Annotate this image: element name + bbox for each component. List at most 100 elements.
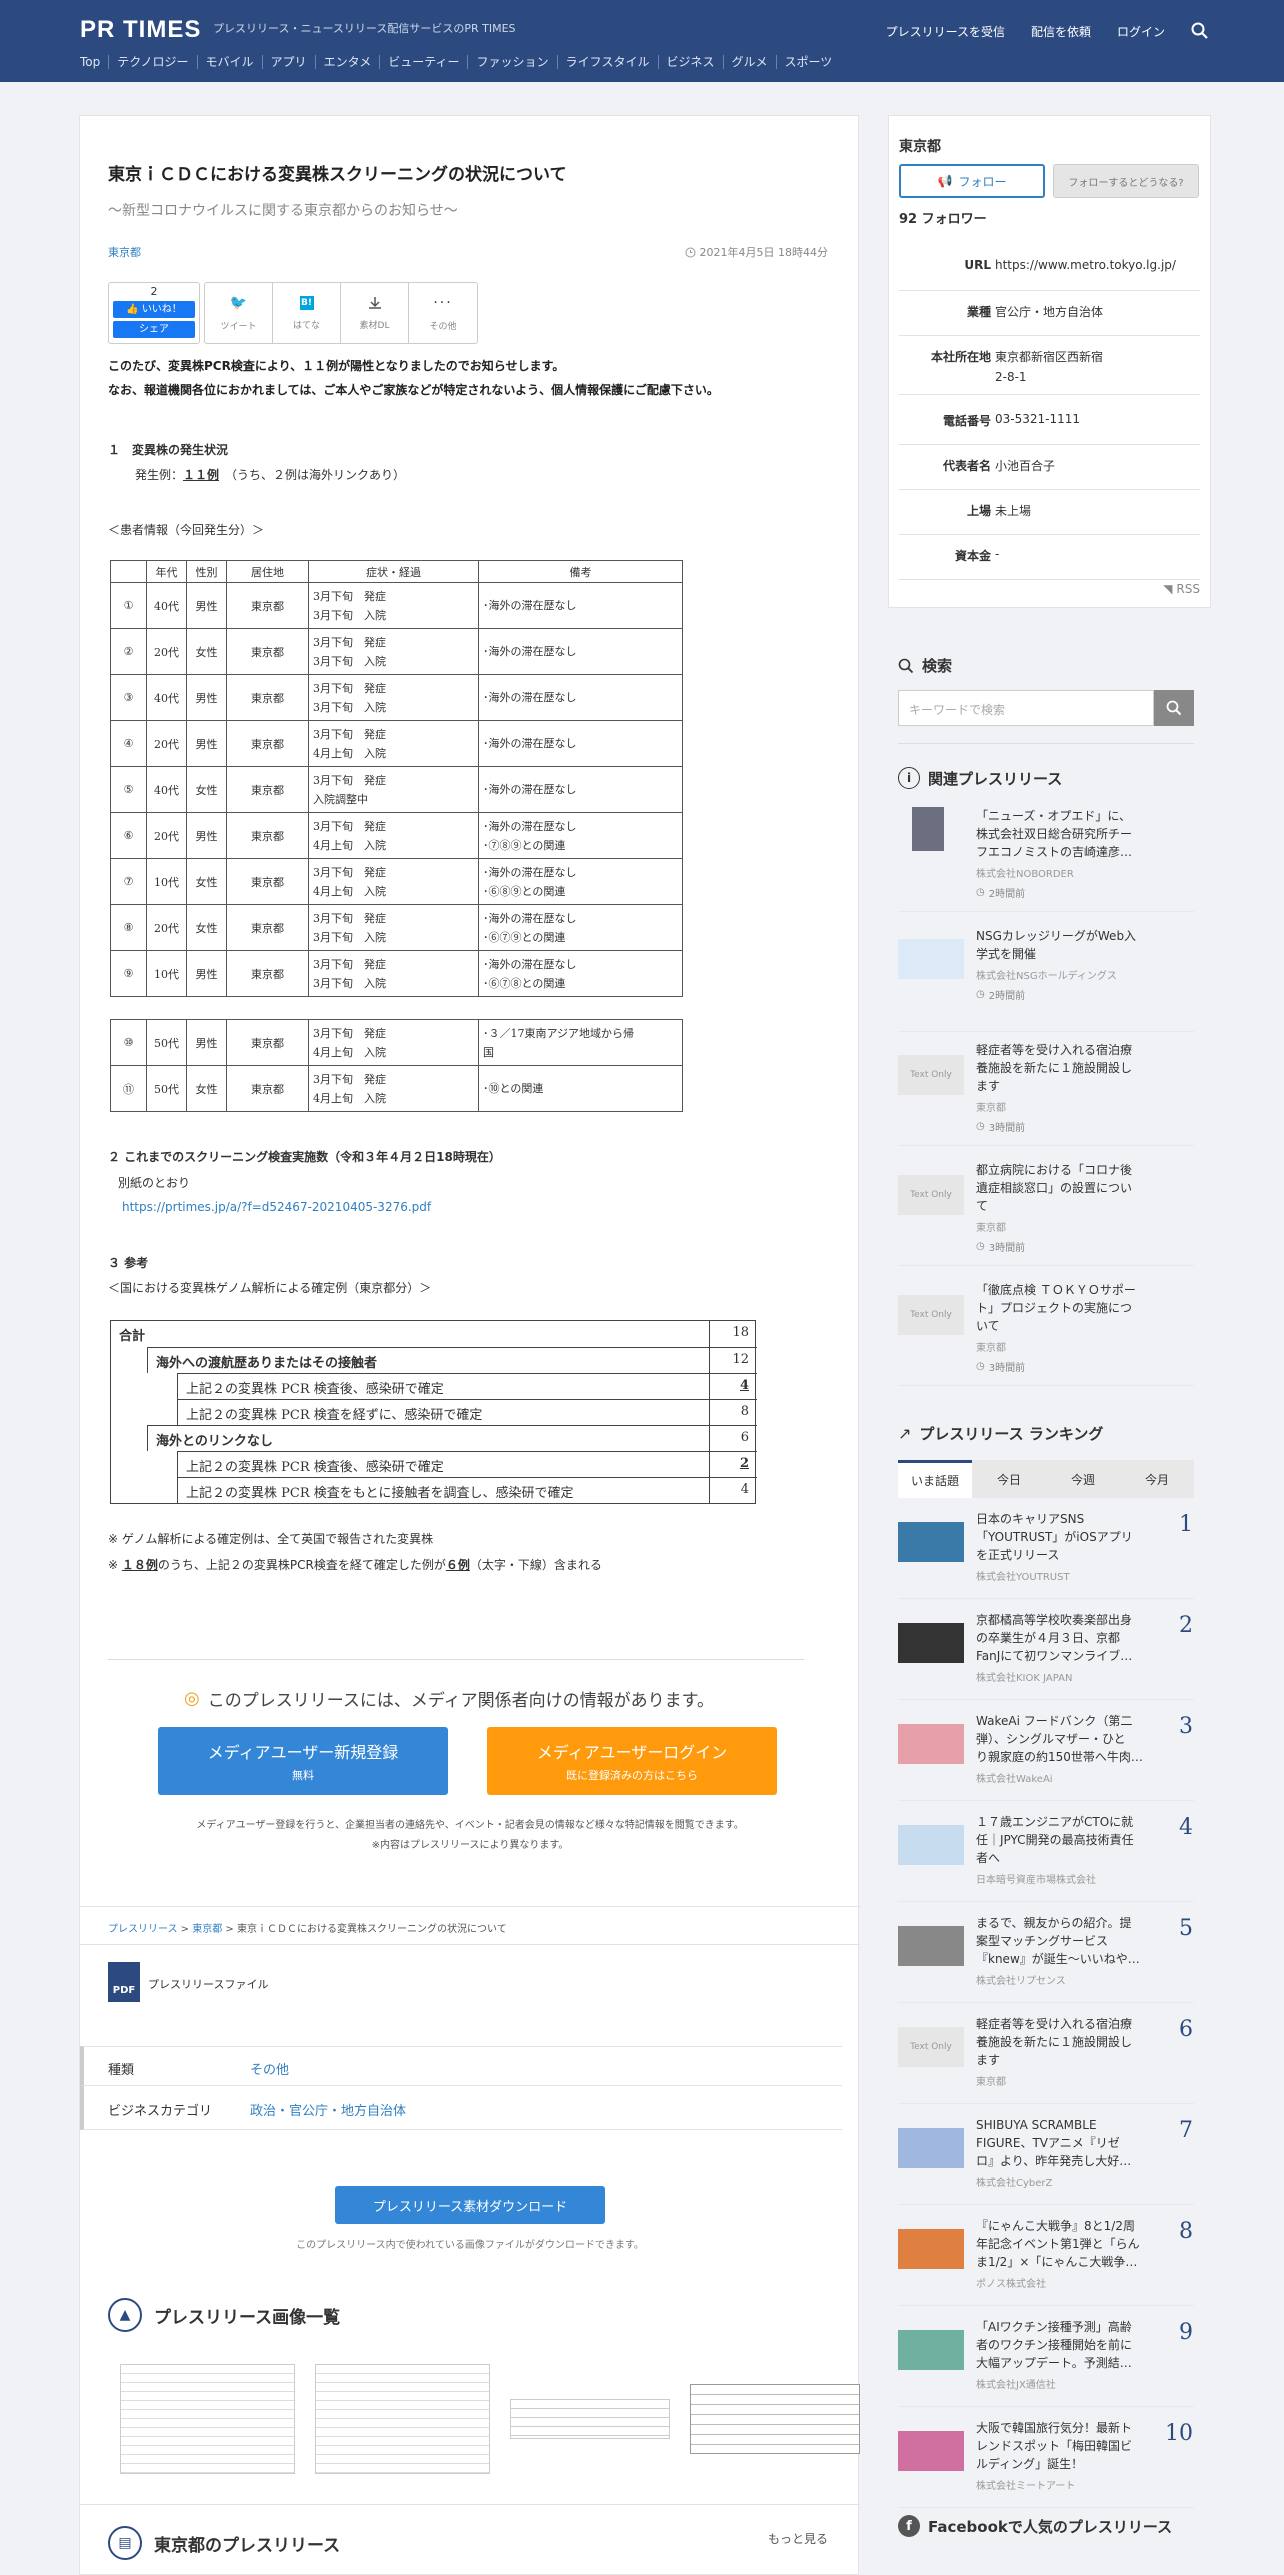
ranking-title-link[interactable]: WakeAi フードバンク（第二 弾）、シングルマザー・ひと り親家庭の約150世帯… bbox=[976, 1712, 1176, 1766]
ranking-thumbnail[interactable] bbox=[898, 1724, 964, 1764]
image-thumbnail[interactable] bbox=[315, 2364, 490, 2474]
image-thumbnail[interactable] bbox=[120, 2364, 295, 2474]
category-technology[interactable]: テクノロジー bbox=[108, 55, 196, 69]
category-mobile[interactable]: モバイル bbox=[196, 55, 262, 69]
related-title-link[interactable]: 「徹底点検 ＴＯＫＹＯサポー ト」プロジェクトの実施につ いて bbox=[976, 1281, 1186, 1335]
tab-week[interactable]: 今週 bbox=[1046, 1460, 1120, 1498]
text-only-thumbnail[interactable]: Text Only bbox=[898, 2027, 964, 2067]
ranking-thumbnail[interactable] bbox=[898, 1825, 964, 1865]
ranking-title-link[interactable]: 大阪で韓国旅行気分！最新ト レンドスポット「梅田韓国ビ ルディング」誕生！ bbox=[976, 2419, 1176, 2473]
ranking-title-link[interactable]: １７歳エンジニアがCTOに就 任｜JPYC開発の最高技術責任 者へ bbox=[976, 1813, 1176, 1867]
category-sports[interactable]: スポーツ bbox=[775, 55, 841, 69]
tweet-button[interactable]: 🐦 ツイート bbox=[205, 283, 273, 343]
company-info-value[interactable]: https://www.metro.tokyo.lg.jp/ bbox=[995, 258, 1176, 272]
related-title-link[interactable]: NSGカレッジリーグがWeb入 学式を開催 bbox=[976, 927, 1186, 963]
ranking-company[interactable]: 株式会社CyberZ bbox=[976, 2174, 1052, 2189]
patient-age: 40代 bbox=[146, 674, 187, 721]
patient-onset: 3月下旬 発症 bbox=[313, 1026, 386, 1040]
category-fashion[interactable]: ファッション bbox=[467, 55, 556, 69]
ranking-title-link[interactable]: 「AIワクチン接種予測」高齢 者のワクチン接種開始を前に 大幅アップデート。予測結… bbox=[976, 2318, 1176, 2372]
image-thumbnail[interactable] bbox=[510, 2399, 670, 2439]
ranking-thumbnail[interactable] bbox=[898, 1623, 964, 1663]
material-download-button[interactable]: プレスリリース素材ダウンロード bbox=[335, 2186, 605, 2224]
receive-link[interactable]: プレスリリースを受信 bbox=[886, 23, 1005, 40]
category-value[interactable]: 政治・官公庁・地方自治体 bbox=[250, 2100, 406, 2119]
related-company[interactable]: 株式会社NSGホールディングス bbox=[976, 967, 1117, 982]
ranking-thumbnail[interactable] bbox=[898, 1926, 964, 1966]
category-gourmet[interactable]: グルメ bbox=[722, 55, 776, 69]
related-company[interactable]: 東京都 bbox=[976, 1099, 1006, 1114]
category-beauty[interactable]: ビューティー bbox=[379, 55, 467, 69]
related-title-link[interactable]: 軽症者等を受け入れる宿泊療 養施設を新たに１施設開設し ます bbox=[976, 1041, 1186, 1095]
screening-pdf-link[interactable]: https://prtimes.jp/a/?f=d52467-20210405-… bbox=[122, 1200, 431, 1214]
pdf-icon[interactable]: PDF bbox=[108, 1962, 140, 2002]
ranking-title-link[interactable]: 『にゃんこ大戦争』8と1/2周 年記念イベント第1弾と「らん ま1/2」×「にゃんこ… bbox=[976, 2217, 1176, 2271]
related-title-link[interactable]: 「ニューズ・オプエド」に、 株式会社双日総合研究所チー フエコノミストの吉崎達彦… bbox=[976, 807, 1186, 861]
trending-icon: ↗ bbox=[898, 1424, 912, 1443]
related-title-link[interactable]: 都立病院における「コロナ後 遺症相談窓口」の設置について bbox=[976, 1161, 1186, 1215]
fb-share-button[interactable]: シェア bbox=[113, 321, 195, 338]
kind-value[interactable]: その他 bbox=[250, 2059, 289, 2078]
ranking-title-link[interactable]: 京都橘高等学校吹奏楽部出身 の卒業生が４月３日、京都 FanJにて初ワンマンライブ… bbox=[976, 1611, 1176, 1665]
breadcrumb-company[interactable]: 東京都 bbox=[192, 1924, 222, 1935]
ranking-title-link[interactable]: 日本のキャリアSNS 「YOUTRUST」がiOSアプリ を正式リリース bbox=[976, 1510, 1176, 1564]
image-thumbnail[interactable] bbox=[690, 2384, 860, 2454]
related-title-line: 遺症相談窓口」の設置につい bbox=[976, 1181, 1133, 1195]
follow-help-button[interactable]: フォローするとどうなる? bbox=[1053, 164, 1199, 198]
company-name[interactable]: 東京都 bbox=[899, 136, 941, 156]
ranking-company[interactable]: 株式会社KIOK JAPAN bbox=[976, 1669, 1072, 1684]
ranking-title-link[interactable]: SHIBUYA SCRAMBLE FIGURE、TVアニメ『リゼ ロ』より、昨年発売… bbox=[976, 2116, 1176, 2170]
follow-button[interactable]: 📢 フォロー bbox=[899, 164, 1045, 198]
ranking-thumbnail[interactable] bbox=[898, 2330, 964, 2370]
category-business[interactable]: ビジネス bbox=[657, 55, 723, 69]
patient-heading: ＜患者情報（今回発生分）＞ bbox=[108, 523, 265, 537]
press-release-file[interactable]: プレスリリースファイル bbox=[148, 1976, 268, 1992]
patient-note: ･海外の滞在歴なし bbox=[483, 737, 577, 750]
ranking-thumbnail[interactable] bbox=[898, 2431, 964, 2471]
download-material-button[interactable]: 素材DL bbox=[341, 283, 409, 343]
search-input[interactable]: キーワードで検索 bbox=[898, 690, 1154, 726]
category-top[interactable]: Top bbox=[80, 55, 108, 69]
ranking-company[interactable]: 株式会社YOUTRUST bbox=[976, 1568, 1070, 1583]
request-link[interactable]: 配信を依頼 bbox=[1031, 23, 1091, 40]
category-lifestyle[interactable]: ライフスタイル bbox=[556, 55, 658, 69]
ranking-company[interactable]: 株式会社WakeAi bbox=[976, 1770, 1053, 1785]
hatena-button[interactable]: B! はてな bbox=[273, 283, 341, 343]
text-only-thumbnail[interactable]: Text Only bbox=[898, 1295, 964, 1335]
search-icon[interactable] bbox=[1191, 22, 1209, 40]
text-only-thumbnail[interactable]: Text Only bbox=[898, 1055, 964, 1095]
related-company[interactable]: 東京都 bbox=[976, 1219, 1006, 1234]
ranking-title-link[interactable]: 軽症者等を受け入れる宿泊療 養施設を新たに１施設開設し ます bbox=[976, 2015, 1176, 2069]
media-login-button[interactable]: メディアユーザーログイン 既に登録済みの方はこちら bbox=[487, 1727, 777, 1795]
ranking-company[interactable]: 株式会社リプセンス bbox=[976, 1972, 1066, 1987]
more-share-button[interactable]: ··· その他 bbox=[409, 283, 477, 343]
search-submit-button[interactable] bbox=[1154, 690, 1194, 726]
tab-month[interactable]: 今月 bbox=[1120, 1460, 1194, 1498]
login-link[interactable]: ログイン bbox=[1117, 23, 1165, 40]
ranking-thumbnail[interactable] bbox=[898, 2229, 964, 2269]
ranking-title-link[interactable]: まるで、親友からの紹介。提 案型マッチングサービス 『knew』が誕生～いいねや… bbox=[976, 1914, 1176, 1968]
category-entertainment[interactable]: エンタメ bbox=[314, 55, 380, 69]
ranking-thumbnail[interactable] bbox=[898, 2128, 964, 2168]
related-thumbnail[interactable] bbox=[898, 939, 964, 979]
company-link[interactable]: 東京都 bbox=[108, 244, 141, 260]
ranking-company[interactable]: ポノス株式会社 bbox=[976, 2275, 1046, 2290]
breadcrumb-prtimes[interactable]: プレスリリース bbox=[108, 1924, 178, 1935]
ranking-company[interactable]: 日本暗号資産市場株式会社 bbox=[976, 1871, 1096, 1886]
related-thumbnail[interactable] bbox=[912, 807, 944, 851]
tab-trending[interactable]: いま話題 bbox=[898, 1460, 972, 1498]
category-app[interactable]: アプリ bbox=[261, 55, 315, 69]
like-button[interactable]: 👍 いいね！ bbox=[113, 301, 195, 318]
ranking-company[interactable]: 株式会社JX通信社 bbox=[976, 2376, 1056, 2391]
text-only-thumbnail[interactable]: Text Only bbox=[898, 1175, 964, 1215]
related-company[interactable]: 東京都 bbox=[976, 1339, 1006, 1354]
rss-link[interactable]: ◥ RSS bbox=[1163, 582, 1200, 596]
see-more-link[interactable]: もっと見る bbox=[768, 2530, 828, 2547]
prtimes-logo[interactable]: PR TIMES bbox=[80, 16, 201, 44]
related-company[interactable]: 株式会社NOBORDER bbox=[976, 865, 1074, 880]
media-register-button[interactable]: メディアユーザー新規登録 無料 bbox=[158, 1727, 448, 1795]
ranking-company[interactable]: 東京都 bbox=[976, 2073, 1006, 2088]
ranking-company[interactable]: 株式会社ミートアート bbox=[976, 2477, 1075, 2492]
ranking-thumbnail[interactable] bbox=[898, 1522, 964, 1562]
tab-today[interactable]: 今日 bbox=[972, 1460, 1046, 1498]
